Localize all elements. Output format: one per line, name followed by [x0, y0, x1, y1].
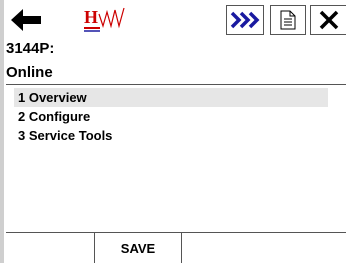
- menu-item-overview[interactable]: 1 Overview: [14, 88, 328, 107]
- bottom-bar: SAVE: [6, 233, 346, 263]
- menu-item-service-tools[interactable]: 3 Service Tools: [14, 126, 328, 145]
- fast-forward-icon: [230, 11, 260, 29]
- close-button[interactable]: [310, 5, 346, 35]
- close-icon: [319, 10, 339, 30]
- device-status: Online: [6, 64, 53, 81]
- svg-text:H: H: [84, 7, 98, 27]
- fast-forward-button[interactable]: [226, 5, 264, 35]
- document-icon: [280, 10, 296, 30]
- device-tag: 3144P:: [6, 40, 55, 57]
- document-button[interactable]: [270, 5, 306, 35]
- toolbar: H: [6, 4, 346, 38]
- menu-list: 1 Overview 2 Configure 3 Service Tools: [14, 88, 328, 145]
- left-border: [0, 0, 4, 263]
- hart-logo-icon: H: [84, 7, 125, 32]
- menu-item-configure[interactable]: 2 Configure: [14, 107, 328, 126]
- left-arrow-icon: [11, 9, 41, 31]
- app-window: H 3144P: Online 1 Overview 2 Configure 3…: [0, 0, 346, 263]
- save-button[interactable]: SAVE: [94, 233, 182, 263]
- header-divider: [6, 84, 346, 85]
- hart-logo: H: [84, 6, 144, 34]
- back-button[interactable]: [6, 4, 46, 36]
